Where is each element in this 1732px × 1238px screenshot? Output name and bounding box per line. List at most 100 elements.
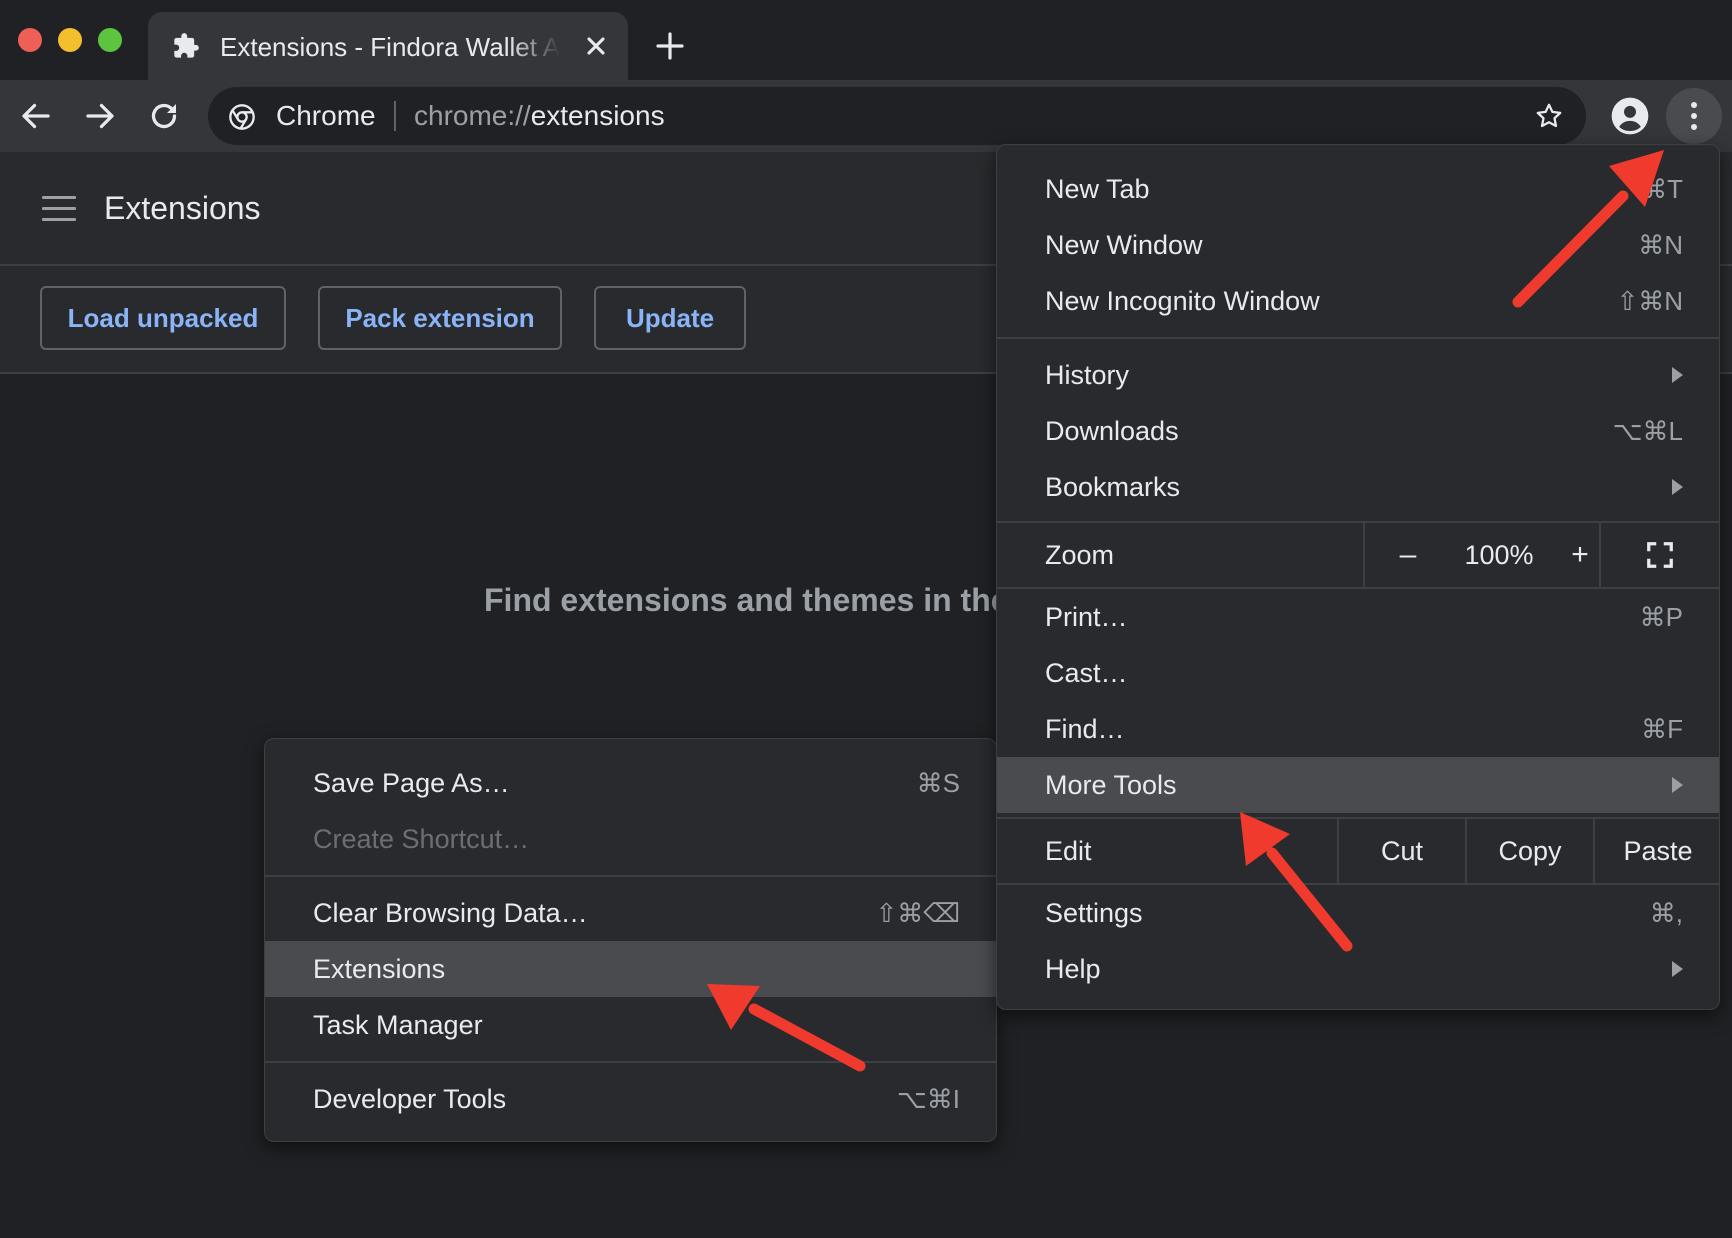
paste-button[interactable]: Paste	[1595, 819, 1721, 883]
menu-shortcut: ⌘,	[1649, 898, 1683, 928]
menu-shortcut: ⌘N	[1638, 230, 1683, 260]
menu-item-clear-browsing-data[interactable]: Clear Browsing Data… ⇧⌘⌫	[265, 885, 996, 941]
fullscreen-icon[interactable]	[1645, 540, 1675, 570]
menu-shortcut: ⌥⌘I	[896, 1084, 960, 1114]
new-tab-button[interactable]	[654, 30, 686, 62]
submenu-arrow-icon	[1672, 777, 1683, 793]
kebab-dot	[1691, 124, 1697, 130]
menu-item-label: Clear Browsing Data…	[313, 898, 588, 928]
menu-shortcut: ⌘F	[1641, 714, 1683, 744]
cut-button[interactable]: Cut	[1339, 819, 1465, 883]
submenu-arrow-icon	[1672, 961, 1683, 977]
menu-item-label: Find…	[1045, 714, 1125, 744]
menu-item-history[interactable]: History	[997, 347, 1719, 403]
menu-item-label: Create Shortcut…	[313, 824, 530, 854]
menu-item-help[interactable]: Help	[997, 941, 1719, 997]
submenu-arrow-icon	[1672, 367, 1683, 383]
url-scheme: chrome://	[414, 100, 531, 131]
zoom-label: Zoom	[1045, 540, 1115, 570]
kebab-menu-icon[interactable]	[1666, 88, 1722, 144]
menu-item-label: Extensions	[313, 954, 446, 984]
menu-divider	[997, 337, 1719, 339]
more-tools-submenu: Save Page As… ⌘S Create Shortcut… Clear …	[264, 738, 997, 1142]
menu-shortcut: ⌘P	[1639, 602, 1683, 632]
menu-item-task-manager[interactable]: Task Manager	[265, 997, 996, 1053]
menu-divider	[265, 1061, 996, 1063]
empty-state-text: Find extensions and themes in the C	[484, 580, 1041, 620]
kebab-dot	[1691, 113, 1697, 119]
menu-shortcut: ⇧⌘⌫	[875, 898, 960, 928]
star-icon[interactable]	[1534, 101, 1564, 131]
menu-item-label: New Tab	[1045, 174, 1150, 204]
menu-item-label: Cast…	[1045, 658, 1128, 688]
menu-item-label: More Tools	[1045, 770, 1177, 800]
menu-item-cast[interactable]: Cast…	[997, 645, 1719, 701]
menu-item-label: Task Manager	[313, 1010, 483, 1040]
submenu-arrow-icon	[1672, 479, 1683, 495]
menu-item-downloads[interactable]: Downloads ⌥⌘L	[997, 403, 1719, 459]
tab-strip: Extensions - Findora Wallet App	[0, 0, 1732, 80]
arrow-left-icon[interactable]	[18, 98, 54, 134]
menu-shortcut: ⌥⌘L	[1612, 416, 1683, 446]
menu-item-label: New Window	[1045, 230, 1203, 260]
tab-extensions[interactable]: Extensions - Findora Wallet App	[148, 12, 628, 80]
menu-item-label: Bookmarks	[1045, 472, 1181, 502]
menu-item-label: Help	[1045, 954, 1101, 984]
close-icon[interactable]	[582, 32, 610, 60]
account-circle-icon[interactable]	[1610, 96, 1650, 136]
menu-item-label: History	[1045, 360, 1130, 390]
puzzle-icon	[174, 33, 199, 58]
omnibox-url[interactable]: chrome://extensions	[414, 99, 665, 133]
tab-title: Extensions - Findora Wallet App	[220, 32, 560, 62]
menu-item-new-incognito[interactable]: New Incognito Window ⇧⌘N	[997, 273, 1719, 329]
kebab-dot	[1691, 102, 1697, 108]
menu-item-label: Print…	[1045, 602, 1128, 632]
zoom-divider	[1599, 523, 1601, 587]
minimize-window-button[interactable]	[58, 28, 82, 52]
pack-extension-button[interactable]: Pack extension	[318, 286, 562, 350]
url-host: extensions	[530, 100, 665, 131]
reload-icon[interactable]	[146, 98, 182, 134]
menu-shortcut: ⌘S	[916, 768, 960, 798]
menu-item-extensions[interactable]: Extensions	[265, 941, 996, 997]
menu-item-label: Developer Tools	[313, 1084, 507, 1114]
menu-edit-row: Edit Cut Copy Paste	[997, 819, 1719, 883]
maximize-window-button[interactable]	[98, 28, 122, 52]
browser-toolbar: Chrome chrome://extensions	[0, 80, 1732, 152]
address-bar[interactable]: Chrome chrome://extensions	[208, 87, 1586, 145]
zoom-in-button[interactable]: +	[1559, 523, 1601, 587]
copy-button[interactable]: Copy	[1467, 819, 1593, 883]
chrome-main-menu: New Tab ⌘T New Window ⌘N New Incognito W…	[996, 144, 1720, 1010]
menu-item-print[interactable]: Print… ⌘P	[997, 589, 1719, 645]
menu-item-settings[interactable]: Settings ⌘,	[997, 885, 1719, 941]
update-button[interactable]: Update	[594, 286, 746, 350]
arrow-right-icon[interactable]	[82, 98, 118, 134]
menu-item-create-shortcut: Create Shortcut…	[265, 811, 996, 867]
omnibox-chip: Chrome	[276, 100, 376, 131]
chrome-logo-icon	[229, 104, 255, 130]
page-title: Extensions	[104, 190, 261, 226]
menu-item-label: Settings	[1045, 898, 1143, 928]
menu-zoom-row: Zoom – 100% +	[997, 523, 1719, 587]
load-unpacked-button[interactable]: Load unpacked	[40, 286, 286, 350]
omnibox-divider	[394, 101, 396, 131]
edit-label: Edit	[1045, 836, 1092, 866]
zoom-divider	[1363, 523, 1365, 587]
hamburger-menu-icon[interactable]	[42, 196, 76, 224]
menu-item-new-tab[interactable]: New Tab ⌘T	[997, 161, 1719, 217]
menu-item-label: New Incognito Window	[1045, 286, 1320, 316]
menu-item-new-window[interactable]: New Window ⌘N	[997, 217, 1719, 273]
menu-item-bookmarks[interactable]: Bookmarks	[997, 459, 1719, 515]
zoom-out-button[interactable]: –	[1377, 523, 1439, 587]
menu-item-developer-tools[interactable]: Developer Tools ⌥⌘I	[265, 1071, 996, 1127]
menu-shortcut: ⇧⌘N	[1616, 286, 1683, 316]
menu-item-label: Save Page As…	[313, 768, 510, 798]
menu-item-more-tools[interactable]: More Tools	[997, 757, 1719, 813]
menu-divider	[265, 875, 996, 877]
menu-item-save-page[interactable]: Save Page As… ⌘S	[265, 755, 996, 811]
close-window-button[interactable]	[18, 28, 42, 52]
menu-item-find[interactable]: Find… ⌘F	[997, 701, 1719, 757]
empty-state-label: Find extensions and themes in the	[484, 582, 1018, 618]
menu-item-label: Downloads	[1045, 416, 1179, 446]
menu-shortcut: ⌘T	[1641, 174, 1683, 204]
